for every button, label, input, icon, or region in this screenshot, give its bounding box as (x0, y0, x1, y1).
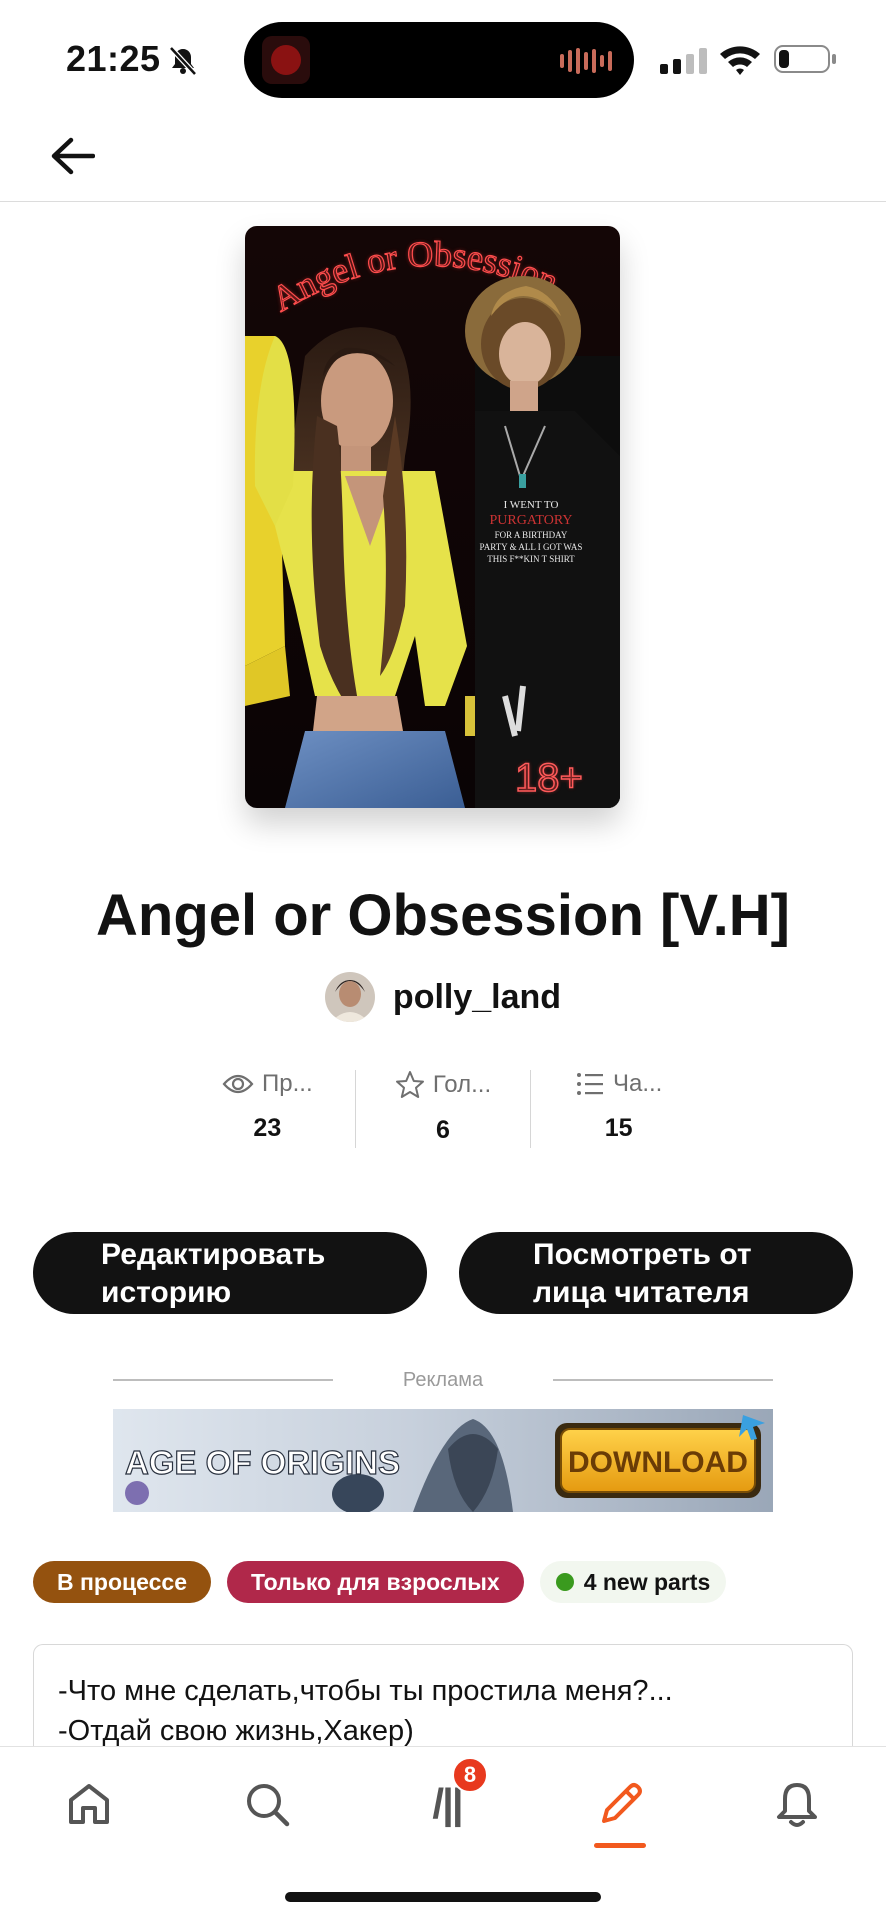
stat-votes-value: 6 (436, 1116, 450, 1144)
stat-votes: Гол... 6 (356, 1070, 531, 1150)
arrow-left-icon (51, 137, 95, 175)
list-icon (577, 1073, 603, 1095)
ad-brand: AGE OF ORIGINS (125, 1444, 400, 1481)
star-icon (395, 1071, 424, 1098)
edit-story-label-line2: историю (101, 1276, 232, 1309)
edit-story-button[interactable]: Редактировать историю (33, 1232, 427, 1314)
cover-badge-18: 18+ (515, 756, 583, 800)
new-parts-label: 4 new parts (583, 1568, 711, 1595)
bell-off-icon (169, 46, 197, 76)
ad-label-row: Реклама (113, 1366, 773, 1394)
ad-banner[interactable]: AGE OF ORIGINS DOWNLOAD (113, 1409, 773, 1512)
shirt-text-4: PARTY & ALL I GOT WAS (480, 542, 583, 552)
reader-view-button[interactable]: Посмотреть от лица читателя (459, 1232, 853, 1314)
wifi-icon (720, 46, 760, 75)
now-playing-artwork (262, 36, 310, 84)
search-icon (247, 1784, 290, 1827)
author-link[interactable]: polly_land (0, 972, 886, 1022)
stat-votes-label: Гол... (432, 1071, 492, 1098)
home-indicator[interactable] (285, 1892, 601, 1902)
tab-library[interactable]: /|| 8 (412, 1757, 488, 1839)
pencil-icon (602, 1783, 642, 1823)
description-line-2: -Отдай свою жизнь,Хакер) (58, 1715, 414, 1747)
avatar (324, 972, 375, 1022)
tab-search[interactable] (232, 1769, 302, 1839)
shirt-text-5: THIS F**KIN T SHIRT (487, 554, 575, 564)
top-nav (0, 110, 886, 202)
dynamic-island[interactable] (244, 22, 634, 98)
shirt-text-2: PURGATORY (490, 513, 573, 528)
library-badge: 8 (452, 1757, 488, 1793)
ad-download-button[interactable]: DOWNLOAD (568, 1446, 748, 1479)
edit-story-label-line1: Редактировать (101, 1238, 326, 1271)
cellular-signal-icon (660, 48, 707, 74)
audio-wave-icon (560, 48, 612, 74)
story-stats: Пр... 23 Гол... 6 Ча... 15 (180, 1070, 706, 1150)
story-title: Angel or Obsession [V.H] (96, 883, 790, 948)
active-tab-indicator (594, 1843, 646, 1848)
battery-icon (774, 45, 836, 73)
divider (553, 1379, 773, 1381)
stat-reads-value: 23 (253, 1114, 282, 1142)
stat-parts-label: Ча... (613, 1070, 663, 1097)
reader-view-label-line1: Посмотреть от (533, 1238, 752, 1271)
home-icon (69, 1784, 109, 1824)
story-description[interactable]: -Что мне сделать,чтобы ты простила меня?… (33, 1644, 853, 1754)
book-cover[interactable]: Angel or Obsession Angel or Obsession I … (245, 226, 620, 808)
stat-reads: Пр... 23 (180, 1070, 355, 1150)
stat-parts-value: 15 (604, 1114, 633, 1142)
tag-mature[interactable]: Только для взрослых (227, 1561, 524, 1603)
tab-write[interactable] (586, 1769, 656, 1839)
back-button[interactable] (44, 132, 100, 180)
stat-reads-label: Пр... (262, 1070, 313, 1097)
status-bar: 21:25 (0, 0, 886, 110)
status-time: 21:25 (66, 38, 161, 79)
ad-label: Реклама (402, 1368, 484, 1391)
story-tags: В процессе Только для взрослых 4 new par… (33, 1561, 727, 1603)
tag-in-progress[interactable]: В процессе (33, 1561, 211, 1603)
description-line-1: -Что мне сделать,чтобы ты простила меня?… (58, 1675, 673, 1707)
reader-view-label-line2: лица читателя (533, 1276, 750, 1309)
shirt-text-1: I WENT TO (504, 499, 559, 511)
tab-notifications[interactable] (762, 1769, 832, 1839)
shirt-text-3: FOR A BIRTHDAY (495, 530, 568, 540)
stat-parts: Ча... 15 (531, 1070, 706, 1150)
tab-home[interactable] (54, 1769, 124, 1839)
divider (113, 1379, 333, 1381)
new-parts-dot (555, 1573, 574, 1591)
cover-image: Angel or Obsession Angel or Obsession I … (245, 226, 620, 808)
bell-icon (777, 1783, 817, 1827)
tag-new-parts[interactable]: 4 new parts (539, 1561, 727, 1603)
author-name: polly_land (392, 977, 562, 1016)
eye-icon (222, 1074, 254, 1094)
